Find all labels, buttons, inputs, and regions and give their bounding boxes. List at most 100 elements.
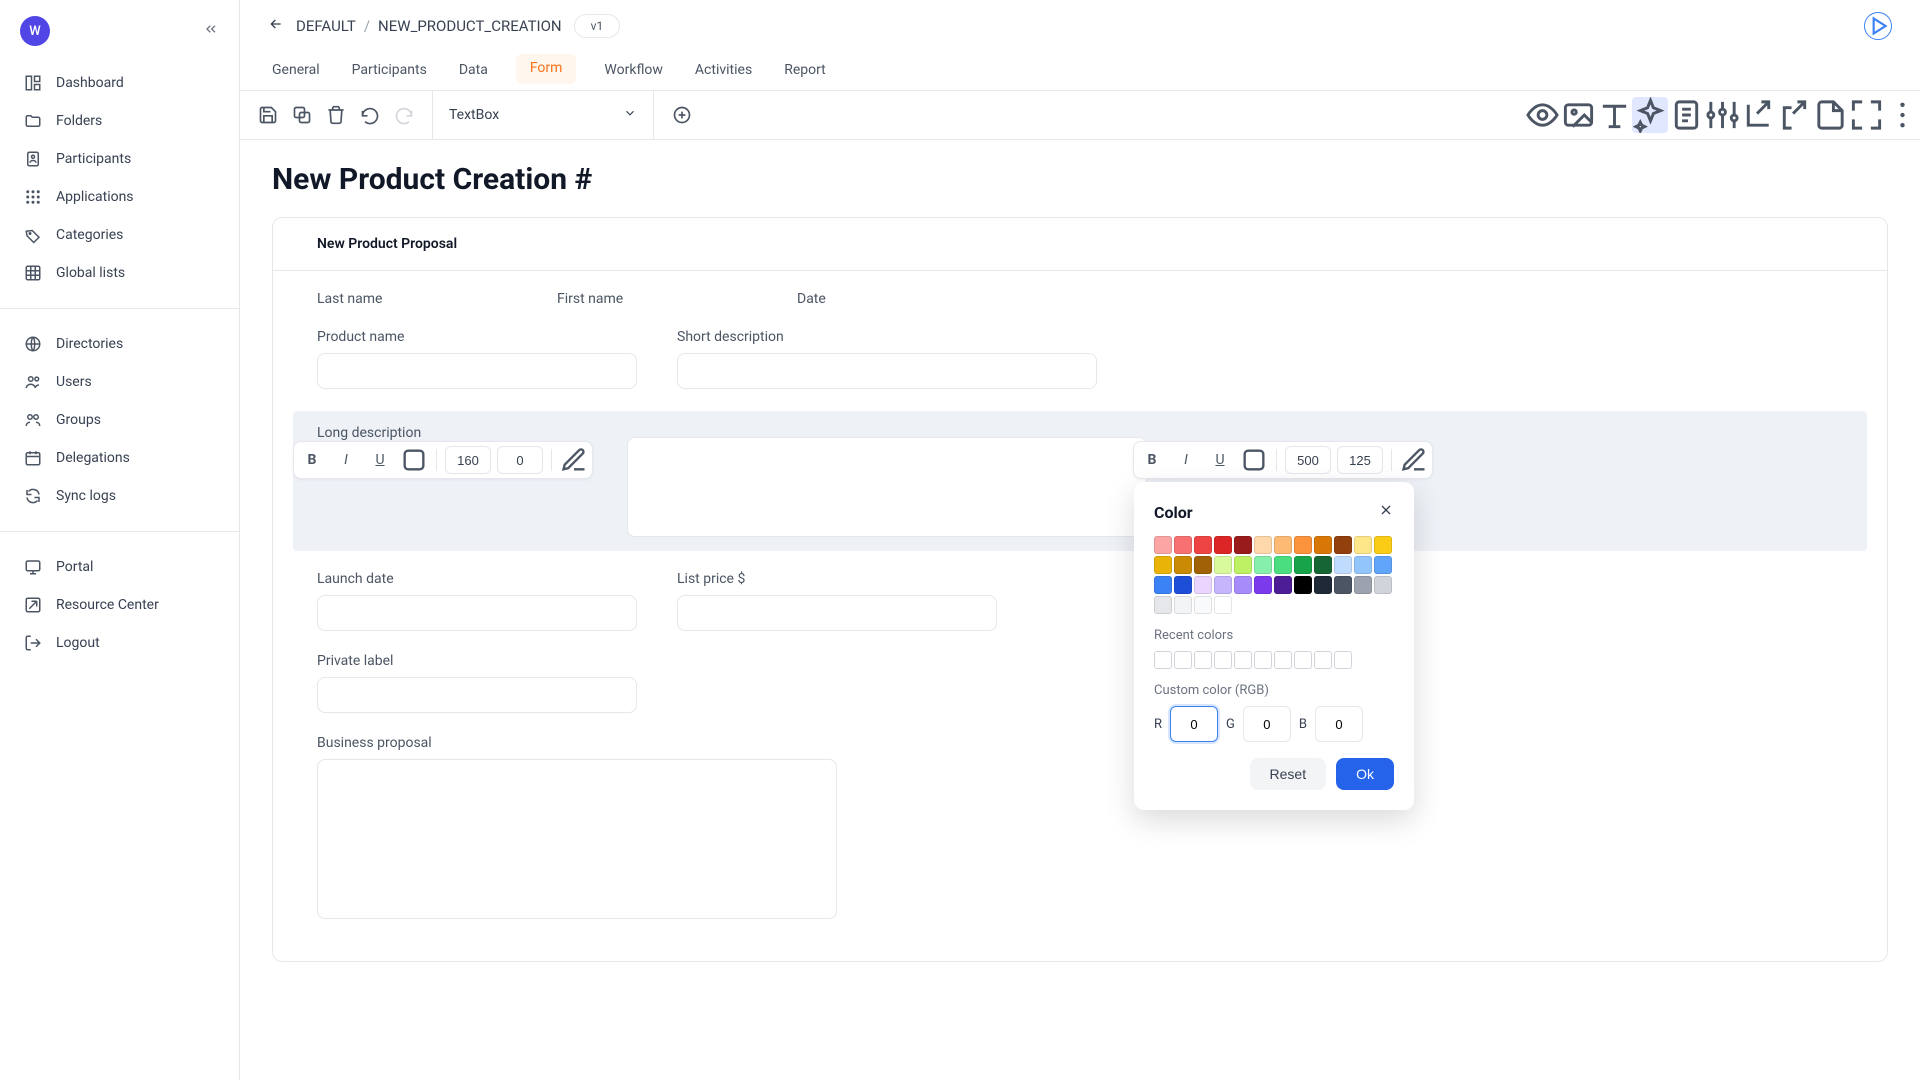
color-swatch[interactable] xyxy=(1154,536,1172,554)
play-button[interactable] xyxy=(1864,12,1892,40)
copy-icon[interactable] xyxy=(292,105,312,125)
color-swatch[interactable] xyxy=(1374,556,1392,574)
color-swatch[interactable] xyxy=(1334,536,1352,554)
sidebar-item-groups[interactable]: Groups xyxy=(0,401,239,439)
italic-button[interactable]: I xyxy=(1172,446,1200,474)
tab-participants[interactable]: Participants xyxy=(348,54,431,90)
sidebar-item-logout[interactable]: Logout xyxy=(0,624,239,662)
color-swatch[interactable] xyxy=(1354,576,1372,594)
color-swatch[interactable] xyxy=(1154,596,1172,614)
recent-swatch[interactable] xyxy=(1174,651,1192,669)
export-icon[interactable] xyxy=(1776,97,1812,133)
undo-icon[interactable] xyxy=(360,105,380,125)
color-swatch[interactable] xyxy=(1214,576,1232,594)
color-swatch[interactable] xyxy=(1294,536,1312,554)
document-icon[interactable] xyxy=(1812,97,1848,133)
recent-swatch[interactable] xyxy=(1314,651,1332,669)
input-product-name[interactable] xyxy=(317,353,637,389)
color-swatch[interactable] xyxy=(1214,596,1232,614)
sidebar-item-categories[interactable]: Categories xyxy=(0,216,239,254)
sidebar-item-users[interactable]: Users xyxy=(0,363,239,401)
height-input[interactable] xyxy=(497,446,543,474)
add-icon[interactable] xyxy=(672,105,692,125)
breadcrumb-root[interactable]: DEFAULT xyxy=(296,17,356,35)
textarea-business-proposal[interactable] xyxy=(317,759,837,919)
avatar[interactable]: W xyxy=(20,16,50,46)
sidebar-item-global-lists[interactable]: Global lists xyxy=(0,254,239,292)
color-swatch[interactable] xyxy=(1254,536,1272,554)
color-swatch[interactable] xyxy=(1174,576,1192,594)
color-swatch[interactable] xyxy=(1154,556,1172,574)
recent-swatch[interactable] xyxy=(1194,651,1212,669)
import-icon[interactable] xyxy=(1740,97,1776,133)
sidebar-item-portal[interactable]: Portal xyxy=(0,548,239,586)
sidebar-item-dashboard[interactable]: Dashboard xyxy=(0,64,239,102)
save-icon[interactable] xyxy=(258,105,278,125)
color-swatch[interactable] xyxy=(1314,536,1332,554)
height-input[interactable] xyxy=(1337,446,1383,474)
color-swatch[interactable] xyxy=(1374,576,1392,594)
collapse-icon[interactable] xyxy=(203,21,219,41)
color-swatch[interactable] xyxy=(1334,556,1352,574)
text-icon[interactable] xyxy=(1596,97,1632,133)
color-swatch[interactable] xyxy=(1214,536,1232,554)
adjustments-icon[interactable] xyxy=(1704,97,1740,133)
color-swatch[interactable] xyxy=(1234,556,1252,574)
tab-data[interactable]: Data xyxy=(455,54,492,90)
color-swatch[interactable] xyxy=(1374,536,1392,554)
sidebar-item-applications[interactable]: Applications xyxy=(0,178,239,216)
color-swatch[interactable] xyxy=(1254,556,1272,574)
input-launch-date[interactable] xyxy=(317,595,637,631)
color-swatch[interactable] xyxy=(1174,556,1192,574)
edit-icon[interactable] xyxy=(560,446,588,474)
tab-report[interactable]: Report xyxy=(780,54,830,90)
g-input[interactable] xyxy=(1243,706,1291,742)
sidebar-item-sync-logs[interactable]: Sync logs xyxy=(0,477,239,515)
tab-activities[interactable]: Activities xyxy=(691,54,756,90)
image-icon[interactable] xyxy=(1560,97,1596,133)
sidebar-item-resource-center[interactable]: Resource Center xyxy=(0,586,239,624)
close-icon[interactable] xyxy=(1378,502,1394,522)
recent-swatch[interactable] xyxy=(1274,651,1292,669)
width-input[interactable] xyxy=(1285,446,1331,474)
input-private-label[interactable] xyxy=(317,677,637,713)
color-swatch[interactable] xyxy=(1274,536,1292,554)
color-swatch[interactable] xyxy=(1274,576,1292,594)
back-icon[interactable] xyxy=(268,16,284,36)
tab-general[interactable]: General xyxy=(268,54,324,90)
b-input[interactable] xyxy=(1315,706,1363,742)
color-swatch[interactable] xyxy=(1234,576,1252,594)
color-swatch[interactable] xyxy=(1154,576,1172,594)
delete-icon[interactable] xyxy=(326,105,346,125)
color-swatch[interactable] xyxy=(1274,556,1292,574)
recent-swatch[interactable] xyxy=(1294,651,1312,669)
color-swatch[interactable] xyxy=(400,446,428,474)
input-list-price[interactable] xyxy=(677,595,997,631)
color-swatch[interactable] xyxy=(1314,576,1332,594)
block-type-select[interactable]: TextBox xyxy=(433,91,653,139)
color-swatch[interactable] xyxy=(1194,596,1212,614)
eye-icon[interactable] xyxy=(1524,97,1560,133)
sidebar-item-folders[interactable]: Folders xyxy=(0,102,239,140)
color-swatch[interactable] xyxy=(1354,536,1372,554)
tab-workflow[interactable]: Workflow xyxy=(600,54,667,90)
sidebar-item-participants[interactable]: Participants xyxy=(0,140,239,178)
underline-button[interactable]: U xyxy=(366,446,394,474)
tab-form[interactable]: Form xyxy=(516,54,577,84)
color-swatch[interactable] xyxy=(1294,576,1312,594)
color-swatch[interactable] xyxy=(1194,536,1212,554)
color-swatch[interactable] xyxy=(1194,556,1212,574)
notes-icon[interactable] xyxy=(1668,97,1704,133)
edit-icon[interactable] xyxy=(1400,446,1428,474)
recent-swatch[interactable] xyxy=(1334,651,1352,669)
color-swatch[interactable] xyxy=(1174,596,1192,614)
color-swatch[interactable] xyxy=(1214,556,1232,574)
sidebar-item-directories[interactable]: Directories xyxy=(0,325,239,363)
recent-swatch[interactable] xyxy=(1254,651,1272,669)
more-icon[interactable] xyxy=(1884,97,1920,133)
color-swatch[interactable] xyxy=(1354,556,1372,574)
color-swatch[interactable] xyxy=(1294,556,1312,574)
color-swatch[interactable] xyxy=(1174,536,1192,554)
color-swatch[interactable] xyxy=(1334,576,1352,594)
version-badge[interactable]: v1 xyxy=(574,14,621,38)
